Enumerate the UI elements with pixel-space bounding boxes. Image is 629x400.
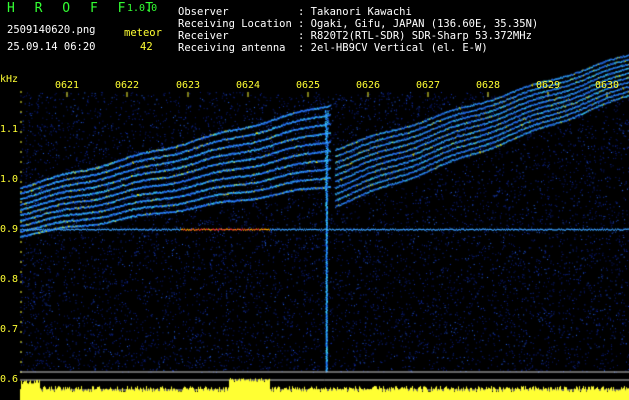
info-label-observer: Observer [178, 6, 229, 18]
x-tick: 0627 [415, 80, 441, 91]
info-value-antenna: : 2el-HB9CV Vertical (el. E-W) [298, 42, 488, 54]
x-tick: 0624 [235, 80, 261, 91]
meteor-label: meteor [124, 27, 162, 39]
file-name: 2509140620.png [7, 24, 96, 36]
y-axis-unit: kHz [0, 74, 19, 85]
x-tick: 0629 [535, 80, 561, 91]
info-value-receiver: : R820T2(RTL-SDR) SDR-Sharp 53.372MHz [298, 30, 532, 42]
y-tick: 0.9 [0, 224, 19, 235]
x-tick: 0628 [475, 80, 501, 91]
file-datetime: 25.09.14 06:20 [7, 41, 96, 53]
x-tick: 0622 [114, 80, 140, 91]
y-tick: 1.1 [0, 124, 19, 135]
y-tick: 0.6 [0, 374, 19, 385]
x-tick: 0630 [594, 80, 620, 91]
meteor-count: 42 [140, 41, 153, 53]
x-tick: 0621 [54, 80, 80, 91]
y-tick: 0.7 [0, 324, 19, 335]
y-tick: 0.8 [0, 274, 19, 285]
info-label-receiver: Receiver [178, 30, 229, 42]
info-label-location: Receiving Location [178, 18, 292, 30]
info-value-observer: : Takanori Kawachi [298, 6, 412, 18]
x-tick: 0623 [175, 80, 201, 91]
info-label-antenna: Receiving antenna [178, 42, 286, 54]
x-tick: 0625 [295, 80, 321, 91]
spectrogram-canvas [0, 0, 629, 400]
app-version: 1.0.0 [127, 3, 158, 14]
x-tick: 0626 [355, 80, 381, 91]
info-value-location: : Ogaki, Gifu, JAPAN (136.60E, 35.35N) [298, 18, 539, 30]
y-tick: 1.0 [0, 174, 19, 185]
